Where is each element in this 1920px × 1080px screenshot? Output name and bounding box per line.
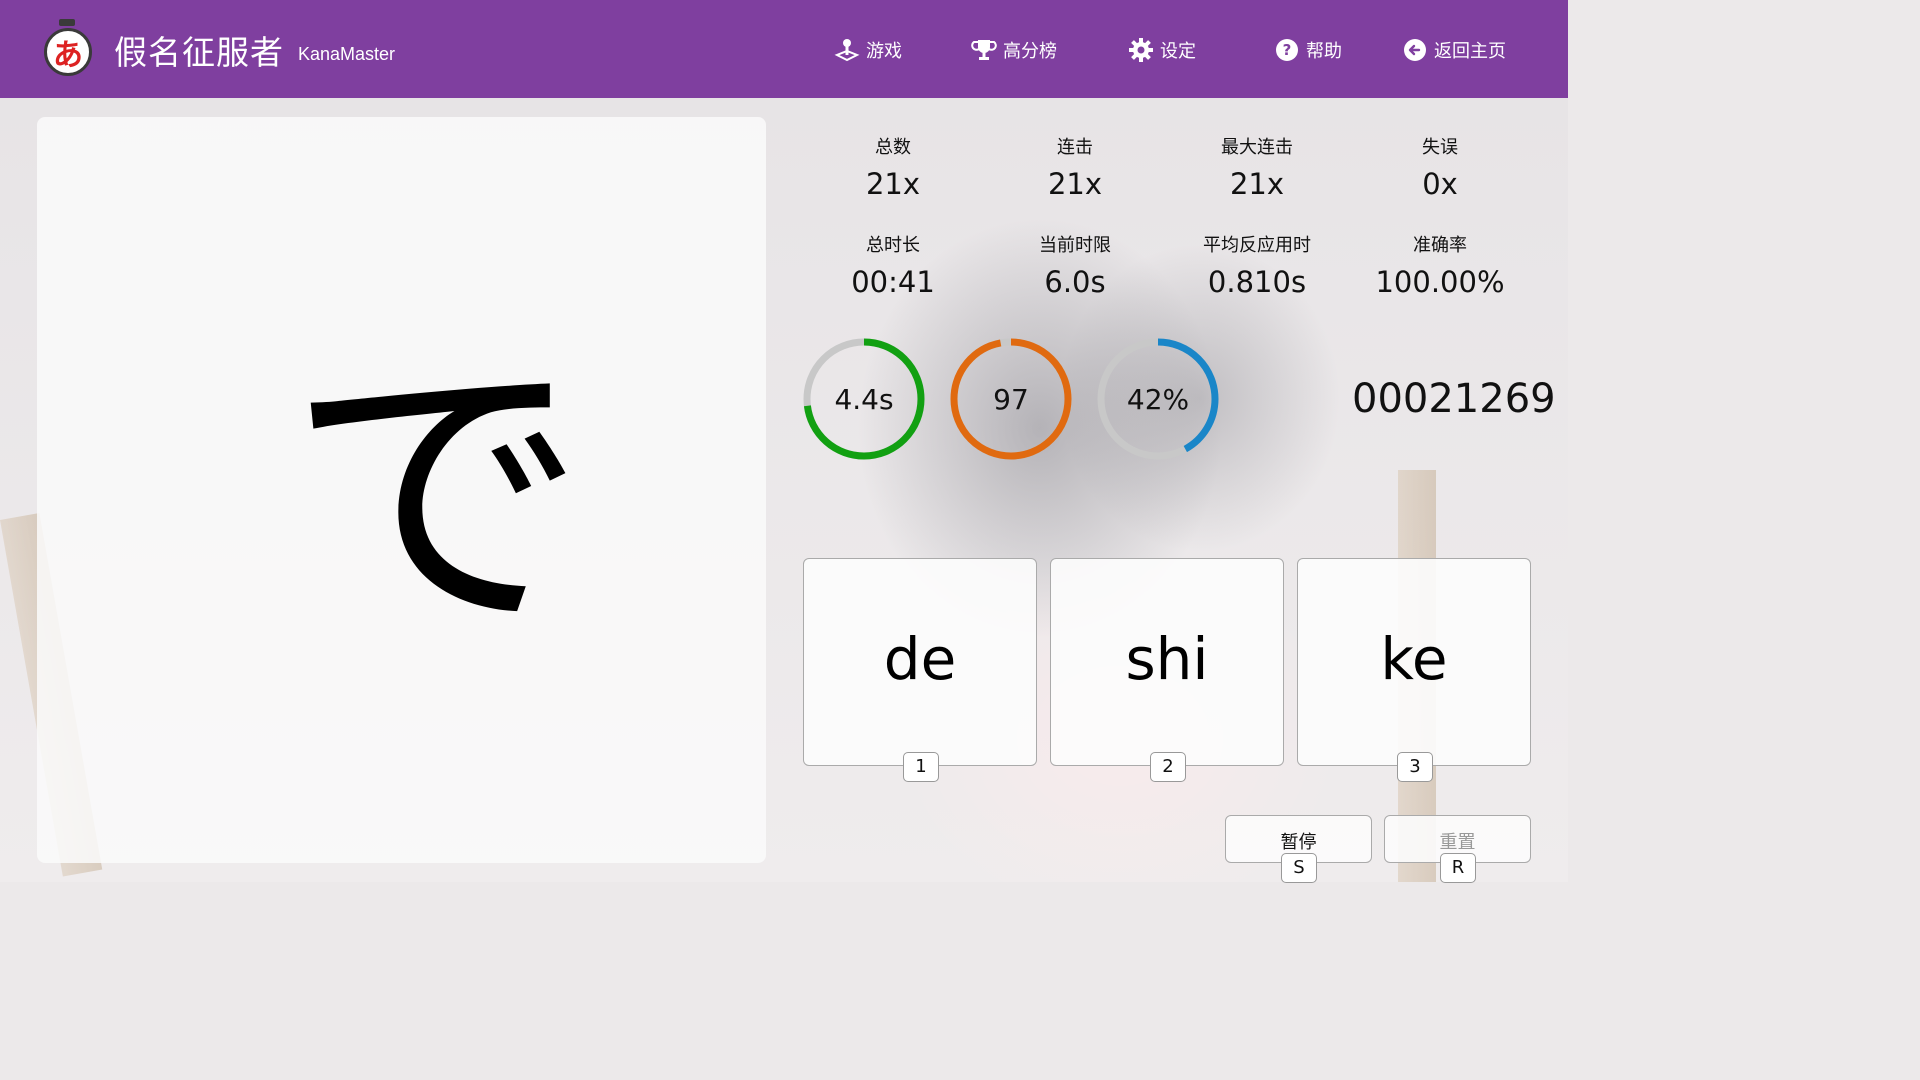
- answer-option-1-key: 1: [903, 752, 939, 782]
- stopwatch-knob: [59, 19, 75, 26]
- nav-game[interactable]: 游戏: [834, 34, 902, 66]
- health-ring: 97: [948, 336, 1074, 462]
- stat-total-value: 21x: [865, 167, 921, 201]
- nav-home[interactable]: 返回主页: [1402, 34, 1506, 66]
- reset-button-label: 重置: [1439, 832, 1476, 853]
- stat-accuracy-label: 准确率: [1413, 235, 1467, 256]
- timer-ring-value: 4.4s: [834, 382, 894, 416]
- back-arrow-icon: [1404, 39, 1426, 61]
- stat-total-label: 总数: [875, 137, 911, 158]
- progress-ring: 42%: [1095, 336, 1221, 462]
- answer-option-3[interactable]: ke 3: [1297, 558, 1531, 782]
- stat-time-limit: 当前时限 6.0s: [985, 231, 1165, 299]
- stat-combo-label: 连击: [1057, 137, 1093, 158]
- app-logo[interactable]: あ: [44, 28, 92, 76]
- nav-help-label: 帮助: [1306, 41, 1342, 62]
- score-counter: 00021269: [1352, 376, 1556, 422]
- stat-time-limit-label: 当前时限: [1039, 235, 1111, 256]
- stat-max-combo-label: 最大连击: [1221, 137, 1293, 158]
- stat-total: 总数 21x: [803, 133, 983, 201]
- stat-avg-reaction-label: 平均反应用时: [1203, 235, 1311, 256]
- nav-leaderboard[interactable]: 高分榜: [971, 34, 1057, 66]
- stat-accuracy: 准确率 100.00%: [1350, 231, 1530, 299]
- stat-combo: 连击 21x: [985, 133, 1165, 201]
- nav-settings-label: 设定: [1160, 41, 1196, 62]
- app-title: 假名征服者: [114, 33, 284, 72]
- stat-misses: 失误 0x: [1350, 133, 1530, 201]
- pause-button-key: S: [1281, 853, 1317, 883]
- stat-accuracy-value: 100.00%: [1375, 265, 1505, 299]
- progress-ring-value: 42%: [1126, 382, 1190, 416]
- pause-button-label: 暂停: [1280, 832, 1317, 853]
- answer-option-2[interactable]: shi 2: [1050, 558, 1284, 782]
- stat-total-time-label: 总时长: [866, 235, 920, 256]
- kana-display-card: で: [37, 117, 766, 863]
- nav-help[interactable]: ? 帮助: [1274, 34, 1342, 66]
- stat-misses-label: 失误: [1422, 137, 1458, 158]
- nav-settings[interactable]: 设定: [1128, 34, 1196, 66]
- answer-option-2-key: 2: [1150, 752, 1186, 782]
- stat-avg-reaction-value: 0.810s: [1207, 265, 1307, 299]
- question-kana: で: [287, 322, 587, 671]
- nav-game-label: 游戏: [866, 41, 902, 62]
- health-ring-value: 97: [993, 382, 1029, 416]
- joystick-icon: [834, 39, 860, 62]
- reset-button[interactable]: 重置 R: [1384, 815, 1531, 883]
- stat-total-time-value: 00:41: [851, 265, 935, 299]
- reset-button-key: R: [1440, 853, 1476, 883]
- answer-option-3-text: ke: [1380, 625, 1448, 693]
- stat-avg-reaction: 平均反应用时 0.810s: [1167, 231, 1347, 299]
- help-circle-icon: ?: [1276, 39, 1298, 61]
- pause-button[interactable]: 暂停 S: [1225, 815, 1372, 883]
- stat-max-combo-value: 21x: [1229, 167, 1285, 201]
- stat-total-time: 总时长 00:41: [803, 231, 983, 299]
- answer-option-1[interactable]: de 1: [803, 558, 1037, 782]
- answer-option-3-key: 3: [1397, 752, 1433, 782]
- app-subtitle: KanaMaster: [298, 44, 396, 64]
- gear-icon: [1129, 38, 1153, 62]
- svg-text:?: ?: [1283, 41, 1292, 59]
- stat-misses-value: 0x: [1422, 167, 1458, 201]
- top-bar: あ 假名征服者 KanaMaster 游戏 高分榜 设定 ? 帮助 返回主页: [0, 0, 1568, 98]
- nav-home-label: 返回主页: [1434, 41, 1506, 62]
- stat-time-limit-value: 6.0s: [1044, 265, 1106, 299]
- answer-option-1-text: de: [883, 625, 957, 693]
- timer-ring: 4.4s: [801, 336, 927, 462]
- trophy-icon: [971, 40, 997, 60]
- logo-kana: あ: [53, 38, 83, 73]
- stat-combo-value: 21x: [1047, 167, 1103, 201]
- nav-leaderboard-label: 高分榜: [1003, 41, 1057, 62]
- answer-option-2-text: shi: [1125, 625, 1209, 693]
- stat-max-combo: 最大连击 21x: [1167, 133, 1347, 201]
